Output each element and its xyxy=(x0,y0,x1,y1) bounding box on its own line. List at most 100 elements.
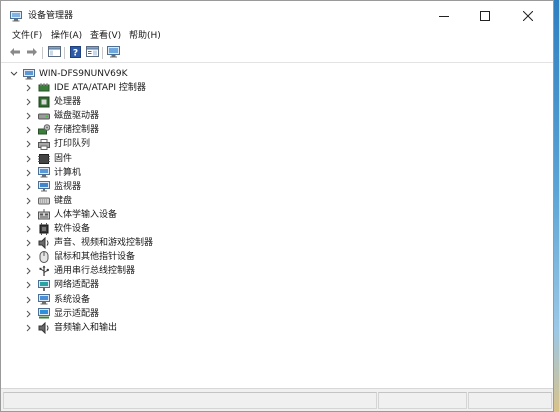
back-arrow-icon xyxy=(9,47,21,60)
tree-item[interactable]: 音频输入和输出 xyxy=(25,321,117,335)
device-manager-window: 设备管理器 文件(F) 操作(A) 查看(V) 帮助(H) ? WIN-DFS9… xyxy=(0,0,554,412)
chevron-right-icon[interactable] xyxy=(25,109,33,123)
sound-icon xyxy=(38,237,50,250)
tree-item-label: 网络适配器 xyxy=(54,280,100,291)
status-cell-main xyxy=(3,392,377,409)
tree-item[interactable]: 网络适配器 xyxy=(25,278,99,292)
device-manager-app-icon xyxy=(10,11,22,22)
monitor-icon xyxy=(38,181,50,193)
tree-item[interactable]: 计算机 xyxy=(25,166,81,180)
tree-root-label: WIN-DFS9NUNV69K xyxy=(39,69,128,79)
forward-arrow-icon xyxy=(26,47,38,60)
toolbar-separator xyxy=(64,47,65,59)
properties-icon xyxy=(85,46,99,60)
tree-item[interactable]: 键盘 xyxy=(25,194,72,208)
computer-root-icon xyxy=(23,68,35,80)
tree-item-label: 打印队列 xyxy=(54,139,91,150)
forward-button[interactable] xyxy=(25,46,39,60)
tree-item-label: 磁盘驱动器 xyxy=(54,111,100,122)
ide-controller-icon xyxy=(38,82,50,94)
chevron-right-icon[interactable] xyxy=(25,264,33,278)
menu-view[interactable]: 查看(V) xyxy=(90,31,121,42)
tree-item[interactable]: 监视器 xyxy=(25,180,81,194)
status-bar xyxy=(1,388,553,411)
tree-item-label: 通用串行总线控制器 xyxy=(54,266,136,277)
menu-action[interactable]: 操作(A) xyxy=(51,31,82,42)
chevron-right-icon[interactable] xyxy=(25,250,33,264)
close-button[interactable] xyxy=(506,1,550,31)
keyboard-icon xyxy=(38,195,50,207)
chevron-right-icon[interactable] xyxy=(25,180,33,194)
chevron-right-icon[interactable] xyxy=(25,278,33,292)
window-title: 设备管理器 xyxy=(28,11,74,21)
show-hide-console-tree-icon xyxy=(47,46,61,60)
network-adapter-icon xyxy=(38,279,50,291)
chevron-right-icon[interactable] xyxy=(25,236,33,250)
tree-item-label: 声音、视频和游戏控制器 xyxy=(54,238,154,249)
tree-item[interactable]: 通用串行总线控制器 xyxy=(25,264,135,278)
chevron-right-icon[interactable] xyxy=(25,222,33,236)
tree-item[interactable]: IDE ATA/ATAPI 控制器 xyxy=(25,81,146,95)
tree-item[interactable]: 存储控制器 xyxy=(25,123,99,137)
properties-button[interactable] xyxy=(85,46,99,60)
chevron-right-icon[interactable] xyxy=(25,307,33,321)
tree-item[interactable]: 固件 xyxy=(25,152,72,166)
tree-root[interactable]: WIN-DFS9NUNV69K xyxy=(10,67,127,81)
minimize-button[interactable] xyxy=(422,1,466,31)
chevron-right-icon[interactable] xyxy=(25,293,33,307)
firmware-icon xyxy=(38,153,50,165)
computer-icon xyxy=(38,167,50,179)
tree-item-label: 处理器 xyxy=(54,97,82,108)
tree-item-label: 软件设备 xyxy=(54,224,91,234)
menu-file[interactable]: 文件(F) xyxy=(12,31,42,42)
system-device-icon xyxy=(38,294,50,306)
chevron-down-icon[interactable] xyxy=(10,67,18,81)
menu-help[interactable]: 帮助(H) xyxy=(129,31,161,42)
maximize-icon xyxy=(480,11,490,21)
device-tree[interactable]: WIN-DFS9NUNV69K IDE ATA/ATAPI 控制器 处理器磁盘驱动… xyxy=(1,65,553,388)
tree-item[interactable]: 系统设备 xyxy=(25,293,90,307)
chevron-right-icon[interactable] xyxy=(25,194,33,208)
status-cell-2 xyxy=(378,392,467,409)
usb-icon xyxy=(38,265,50,277)
tree-item-label: 计算机 xyxy=(54,167,82,178)
tree-item-label: IDE ATA/ATAPI 控制器 xyxy=(54,83,146,93)
toolbar-separator xyxy=(102,47,103,59)
hid-icon xyxy=(38,209,50,221)
close-icon xyxy=(523,11,533,21)
status-cell-3 xyxy=(468,392,552,409)
tree-item[interactable]: 软件设备 xyxy=(25,222,90,236)
audio-io-icon xyxy=(38,321,50,334)
maximize-button[interactable] xyxy=(463,1,507,31)
tree-item[interactable]: 人体学输入设备 xyxy=(25,208,117,222)
chevron-right-icon[interactable] xyxy=(25,81,33,95)
chevron-right-icon[interactable] xyxy=(25,123,33,137)
printer-icon xyxy=(38,138,50,150)
chevron-right-icon[interactable] xyxy=(25,95,33,109)
help-button[interactable]: ? xyxy=(68,45,82,61)
tree-item[interactable]: 鼠标和其他指针设备 xyxy=(25,250,135,264)
tree-item[interactable]: 声音、视频和游戏控制器 xyxy=(25,236,153,250)
display-adapter-icon xyxy=(38,308,50,320)
tree-item-label: 键盘 xyxy=(54,195,73,206)
tree-item-label: 显示适配器 xyxy=(54,308,100,319)
back-button[interactable] xyxy=(8,46,22,60)
chevron-right-icon[interactable] xyxy=(25,152,33,166)
chevron-right-icon[interactable] xyxy=(25,208,33,222)
tree-item[interactable]: 打印队列 xyxy=(25,137,90,151)
tree-item[interactable]: 显示适配器 xyxy=(25,307,99,321)
tree-item-label: 固件 xyxy=(54,153,73,164)
storage-controller-icon xyxy=(38,124,50,136)
scan-hardware-button[interactable] xyxy=(106,45,120,61)
chevron-right-icon[interactable] xyxy=(25,137,33,151)
show-hide-console-tree-button[interactable] xyxy=(47,46,61,60)
help-icon: ? xyxy=(69,45,81,61)
tree-item-label: 监视器 xyxy=(54,181,82,192)
title-bar[interactable]: 设备管理器 xyxy=(1,1,553,31)
chevron-right-icon[interactable] xyxy=(25,166,33,180)
tree-item[interactable]: 处理器 xyxy=(25,95,81,109)
mouse-icon xyxy=(38,251,50,264)
tree-item[interactable]: 磁盘驱动器 xyxy=(25,109,99,123)
chevron-right-icon[interactable] xyxy=(25,321,33,335)
scan-hardware-icon xyxy=(106,45,120,61)
